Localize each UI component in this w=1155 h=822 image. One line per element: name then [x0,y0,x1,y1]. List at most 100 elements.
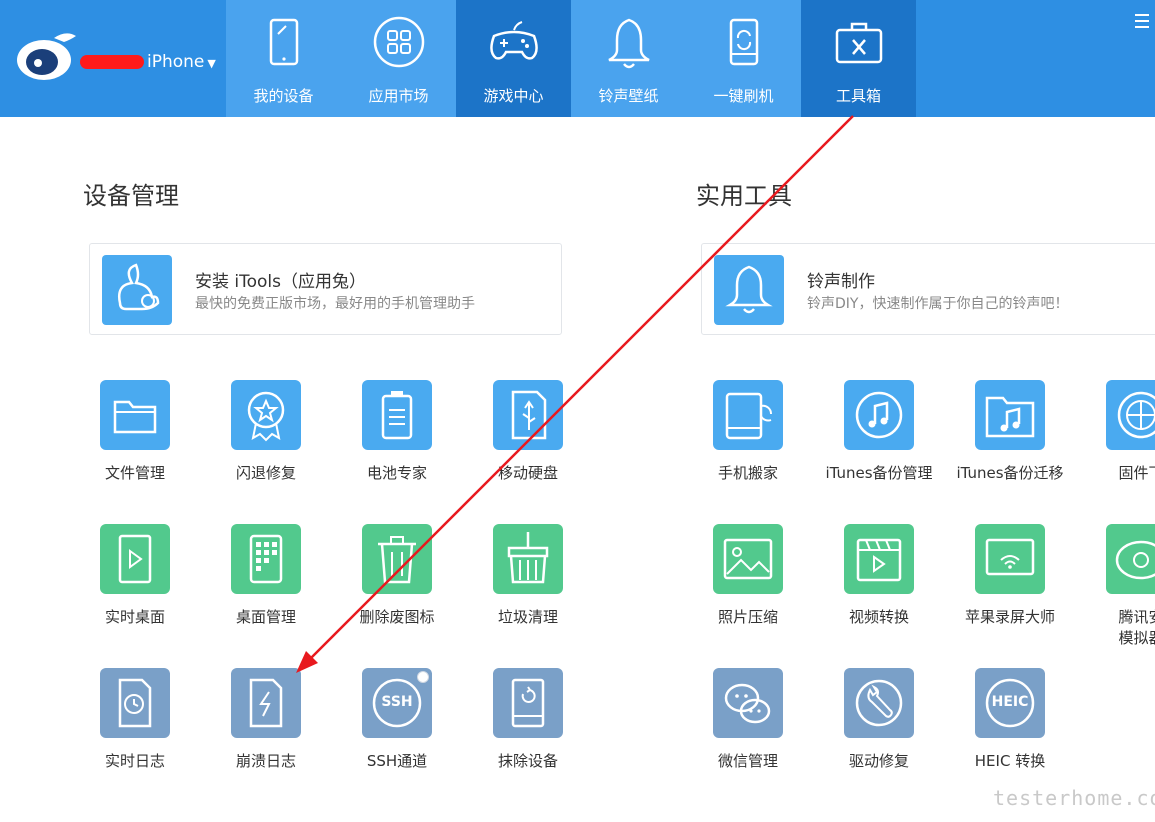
photo-icon [713,524,783,594]
tool-file-management[interactable]: 文件管理 [75,380,195,484]
card-title: 安装 iTools（应用兔） [195,272,367,292]
tool-driver-repair[interactable]: 驱动修复 [819,668,939,772]
tab-label: 游戏中心 [483,87,544,105]
badge-star-icon [231,380,301,450]
tile-label: SSH通道 [366,752,428,770]
tool-battery-expert[interactable]: 电池专家 [337,380,457,484]
tool-screen-recorder[interactable]: 苹果录屏大师 [950,524,1070,628]
tab-label: 我的设备 [253,87,314,105]
gamepad-icon [489,21,538,60]
apps-grid-icon [373,16,424,68]
tile-label: 垃圾清理 [497,608,558,626]
section-title-device-management: 设备管理 [83,182,179,210]
tab-label: 应用市场 [368,87,429,105]
heic-icon: HEIC [975,668,1045,738]
ssh-text: SSH [381,694,413,710]
airplay-icon [975,524,1045,594]
tile-label: 闪退修复 [235,464,296,482]
tile-label: 苹果录屏大师 [964,608,1055,626]
chevron-down-icon: ▼ [207,57,216,70]
erase-device-icon [493,668,563,738]
tool-mobile-disk[interactable]: 移动硬盘 [468,380,588,484]
rabbit-icon [102,255,172,325]
tool-tencent-emulator[interactable]: 腾讯安 模拟器 [1081,524,1155,649]
tool-erase-device[interactable]: 抹除设备 [468,668,588,772]
crash-doc-icon [231,668,301,738]
tile-label: 删除废图标 [359,608,435,626]
tool-crash-repair[interactable]: 闪退修复 [206,380,326,484]
tile-label: 实时桌面 [104,608,165,626]
tile-label: iTunes备份迁移 [956,464,1064,482]
tab-label: 工具箱 [835,87,881,105]
tab-my-device[interactable]: 我的设备 [226,0,341,117]
tool-crash-log[interactable]: 崩溃日志 [206,668,326,772]
tile-label: 驱动修复 [848,752,909,770]
heic-text: HEIC [991,694,1029,710]
tile-label: iTunes备份管理 [825,464,933,482]
emulator-icon [1106,524,1155,594]
tile-label: 移动硬盘 [497,464,558,482]
tool-wechat-management[interactable]: 微信管理 [688,668,808,772]
tile-label: 桌面管理 [235,608,296,626]
wechat-icon [713,668,783,738]
card-title: 铃声制作 [807,272,875,292]
folder-icon [100,380,170,450]
tab-toolbox[interactable]: 工具箱 [801,0,916,117]
tile-label: 视频转换 [848,608,909,626]
tile-label: 固件下 [1118,464,1155,482]
top-nav-bar: iPhone ▼ 我的设备 应用市场 游戏中心 铃声壁纸 一键刷机 工具箱 [0,0,1155,117]
tool-photo-compression[interactable]: 照片压缩 [688,524,808,628]
device-selector[interactable]: iPhone ▼ [80,52,216,72]
tile-label: 电池专家 [366,464,427,482]
music-folder-icon [975,380,1045,450]
tool-live-desktop[interactable]: 实时桌面 [75,524,195,628]
desktop-grid-icon [231,524,301,594]
tab-app-market[interactable]: 应用市场 [341,0,456,117]
tool-ssh-tunnel[interactable]: SSH SSH通道 [337,668,457,772]
tool-firmware-download[interactable]: 固件下 [1081,380,1155,484]
video-icon [844,524,914,594]
phone-refresh-icon [729,18,758,66]
tile-label: 崩溃日志 [235,752,296,770]
redacted-device-name [80,55,144,69]
tool-junk-cleanup[interactable]: 垃圾清理 [468,524,588,628]
ringtone-maker-card[interactable]: 铃声制作 铃声DIY，快速制作属于你自己的铃声吧！ [701,243,1155,335]
trash-icon [362,524,432,594]
wrench-icon [844,668,914,738]
tab-ringtone-wallpaper[interactable]: 铃声壁纸 [571,0,686,117]
card-subtitle: 最快的免费正版市场，最好用的手机管理助手 [195,296,475,312]
itools-logo [17,33,76,80]
play-screen-icon [100,524,170,594]
firmware-icon [1106,380,1155,450]
status-dot [417,671,429,683]
tab-one-click-flash[interactable]: 一键刷机 [686,0,801,117]
tile-label: 手机搬家 [717,464,778,482]
tile-label: 照片压缩 [717,608,778,626]
tool-delete-dead-icons[interactable]: 删除废图标 [337,524,457,628]
broom-icon [493,524,563,594]
phone-transfer-icon [713,380,783,450]
tool-itunes-backup-management[interactable]: iTunes备份管理 [819,380,939,484]
bell-icon [607,18,650,69]
tool-desktop-management[interactable]: 桌面管理 [206,524,326,628]
menu-icon[interactable] [1135,14,1149,32]
install-itools-card[interactable]: 安装 iTools（应用兔） 最快的免费正版市场，最好用的手机管理助手 [89,243,562,335]
tool-phone-transfer[interactable]: 手机搬家 [688,380,808,484]
tile-label: 实时日志 [104,752,165,770]
tile-label: HEIC 转换 [974,752,1046,770]
toolbox-icon [835,22,882,64]
tile-label: 腾讯安 模拟器 [1118,608,1155,647]
tile-label: 抹除设备 [497,752,558,770]
usb-drive-icon [493,380,563,450]
tool-video-conversion[interactable]: 视频转换 [819,524,939,628]
ssh-icon: SSH [362,668,432,738]
device-label: iPhone [147,52,205,72]
tile-label: 微信管理 [717,752,778,770]
tool-heic-conversion[interactable]: HEIC HEIC 转换 [950,668,1070,772]
card-subtitle: 铃声DIY，快速制作属于你自己的铃声吧！ [807,296,1069,312]
tool-itunes-backup-migration[interactable]: iTunes备份迁移 [950,380,1070,484]
watermark: testerhome.com [993,786,1155,810]
tab-game-center[interactable]: 游戏中心 [456,0,571,117]
tool-realtime-log[interactable]: 实时日志 [75,668,195,772]
music-backup-icon [844,380,914,450]
